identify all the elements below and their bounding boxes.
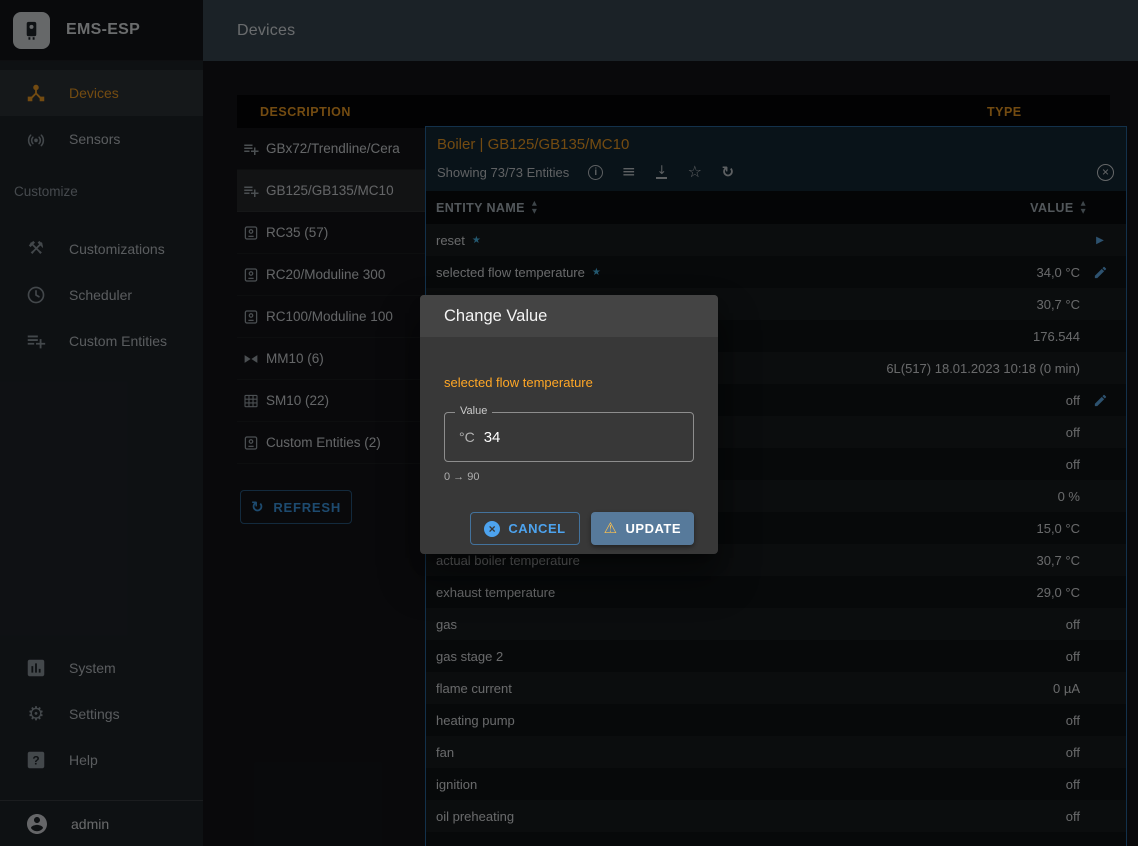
app-root: EMS-ESP Devices DevicesSensors Customize… bbox=[0, 0, 1138, 846]
value-input-label: Value bbox=[455, 405, 492, 417]
dialog-actions: × CANCEL ⚠ UPDATE bbox=[444, 512, 694, 545]
warning-icon: ⚠ bbox=[604, 521, 618, 536]
dialog-body: selected flow temperature Value °C 34 0 … bbox=[420, 337, 718, 554]
value-range-hint: 0 → 90 bbox=[444, 471, 694, 483]
dialog-title: Change Value bbox=[420, 295, 718, 337]
change-value-dialog: Change Value selected flow temperature V… bbox=[420, 295, 718, 554]
value-input-text: 34 bbox=[484, 429, 501, 446]
unit-adornment: °C bbox=[459, 429, 475, 445]
dialog-entity-label: selected flow temperature bbox=[444, 337, 694, 390]
value-input[interactable]: Value °C 34 bbox=[444, 412, 694, 462]
cancel-icon: × bbox=[484, 521, 500, 537]
cancel-button[interactable]: × CANCEL bbox=[470, 512, 579, 545]
update-button[interactable]: ⚠ UPDATE bbox=[591, 512, 694, 545]
